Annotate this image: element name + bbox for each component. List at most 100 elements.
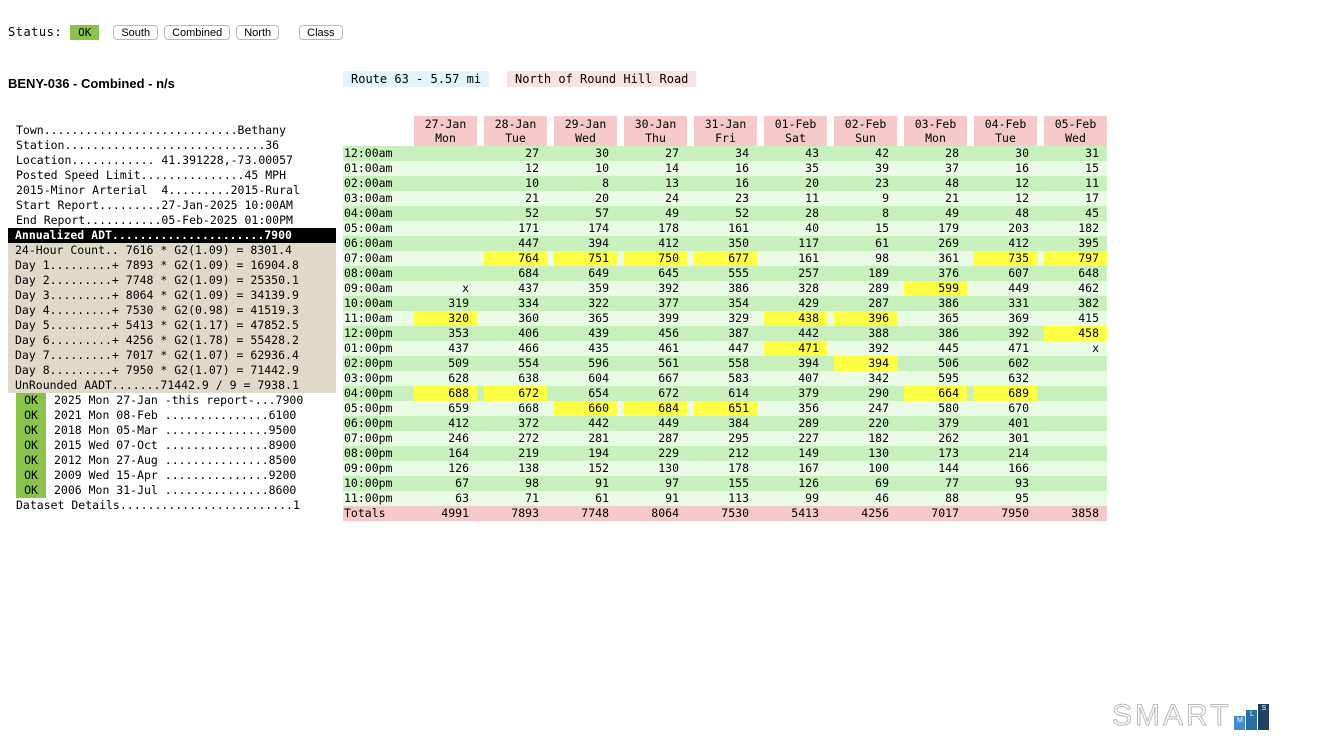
count-cell: 667	[624, 371, 687, 386]
cell-gap	[757, 371, 764, 386]
table-row: 11:00am 320 360 365 399 329 438 396 365 369 415	[343, 311, 1107, 326]
cell-gap	[1037, 311, 1044, 326]
count-cell: 37	[904, 161, 967, 176]
count-cell: 735	[974, 251, 1037, 266]
cell-gap	[617, 386, 624, 401]
history-row[interactable]: OK 2015 Wed 07-Oct ...............8900	[8, 438, 336, 453]
cell-gap	[477, 506, 484, 521]
history-row[interactable]: OK 2006 Mon 31-Jul ...............8600	[8, 483, 336, 498]
count-cell: 290	[834, 386, 897, 401]
history-row[interactable]: OK 2021 Mon 08-Feb ...............6100	[8, 408, 336, 423]
south-button[interactable]: South	[113, 24, 159, 40]
count-cell: 182	[1044, 221, 1107, 236]
cell-gap	[757, 266, 764, 281]
cell-gap	[547, 251, 554, 266]
cell-gap	[1037, 371, 1044, 386]
count-cell: 320	[414, 311, 477, 326]
count-cell: 30	[554, 146, 617, 161]
count-cell: 394	[834, 356, 897, 371]
cell-gap	[1037, 206, 1044, 221]
cell-gap	[547, 386, 554, 401]
cell-gap	[827, 356, 834, 371]
history-row[interactable]: OK 2009 Wed 15-Apr ...............9200	[8, 468, 336, 483]
cell-gap	[617, 401, 624, 416]
count-cell: 449	[974, 281, 1037, 296]
count-cell: 386	[904, 326, 967, 341]
cell-gap	[547, 266, 554, 281]
hour-label: 02:00pm	[343, 356, 414, 371]
table-row: 08:00pm 164 219 194 229 212 149 130 173 214	[343, 446, 1107, 461]
cell-gap	[897, 206, 904, 221]
count-cell: 660	[554, 401, 617, 416]
dataset-details-link[interactable]: Dataset Details.........................…	[8, 498, 336, 513]
date-header-date: 01-Feb	[774, 117, 817, 131]
cell-gap	[967, 401, 974, 416]
cell-gap	[477, 176, 484, 191]
cell-gap	[897, 341, 904, 356]
count-cell: 442	[554, 416, 617, 431]
cell-gap	[477, 401, 484, 416]
cell-gap	[617, 506, 624, 521]
cell-gap	[687, 506, 694, 521]
cell-gap	[1037, 446, 1044, 461]
column-gap	[477, 116, 484, 146]
cell-gap	[827, 476, 834, 491]
history-row[interactable]: OK 2018 Mon 05-Mar ...............9500	[8, 423, 336, 438]
count-cell: 23	[834, 176, 897, 191]
cell-gap	[897, 236, 904, 251]
cell-gap	[827, 491, 834, 506]
count-cell: 668	[484, 401, 547, 416]
count-cell: 388	[834, 326, 897, 341]
count-cell: 130	[624, 461, 687, 476]
adt-calc-row: Day 4.........+ 7530 * G2(0.98) = 41519.…	[8, 303, 336, 318]
cell-gap	[967, 191, 974, 206]
count-cell: 23	[694, 191, 757, 206]
cell-gap	[477, 446, 484, 461]
count-cell: 295	[694, 431, 757, 446]
cell-gap	[757, 236, 764, 251]
cell-gap	[897, 416, 904, 431]
cell-gap	[1037, 506, 1044, 521]
hour-label: 06:00am	[343, 236, 414, 251]
cell-gap	[1037, 176, 1044, 191]
table-row: 12:00pm 353 406 439 456 387 442 388 386 392 458	[343, 326, 1107, 341]
hour-label: 11:00am	[343, 311, 414, 326]
count-cell: 438	[764, 311, 827, 326]
count-cell: 449	[624, 416, 687, 431]
table-row: 11:00pm 63 71 61 91 113 99 46 88 95	[343, 491, 1107, 506]
count-cell: 212	[694, 446, 757, 461]
count-cell: 214	[974, 446, 1037, 461]
cell-gap	[547, 401, 554, 416]
total-cell: 7893	[484, 506, 547, 521]
count-cell	[414, 191, 477, 206]
history-row[interactable]: OK 2012 Mon 27-Aug ...............8500	[8, 453, 336, 468]
count-cell: 379	[764, 386, 827, 401]
cell-gap	[967, 491, 974, 506]
cell-gap	[1037, 431, 1044, 446]
cell-gap	[827, 506, 834, 521]
count-cell: 334	[484, 296, 547, 311]
info-row: Posted Speed Limit...............45 MPH	[16, 168, 287, 182]
count-cell: 445	[904, 341, 967, 356]
cell-gap	[547, 191, 554, 206]
count-cell: 412	[624, 236, 687, 251]
hour-label: 09:00am	[343, 281, 414, 296]
count-cell: 651	[694, 401, 757, 416]
cell-gap	[687, 386, 694, 401]
north-button[interactable]: North	[236, 24, 280, 40]
count-cell: 15	[834, 221, 897, 236]
count-cell: 583	[694, 371, 757, 386]
combined-button[interactable]: Combined	[164, 24, 231, 40]
class-button[interactable]: Class	[299, 24, 343, 40]
count-cell	[414, 206, 477, 221]
date-header-day: Fri	[715, 131, 736, 145]
count-cell: 322	[554, 296, 617, 311]
count-cell: 57	[554, 206, 617, 221]
column-gap	[967, 116, 974, 146]
count-cell: 437	[484, 281, 547, 296]
history-row[interactable]: OK 2025 Mon 27-Jan -this report-...7900	[8, 393, 336, 408]
count-cell: 360	[484, 311, 547, 326]
count-cell: 672	[484, 386, 547, 401]
count-cell: 412	[414, 416, 477, 431]
cell-gap	[617, 326, 624, 341]
